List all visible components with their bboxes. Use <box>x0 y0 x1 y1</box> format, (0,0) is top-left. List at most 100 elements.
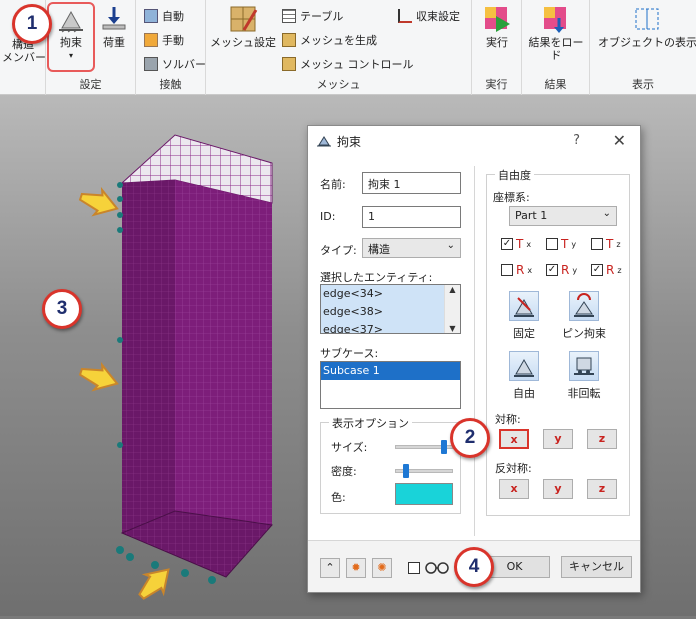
load-icon <box>99 4 129 34</box>
dialog-title: 拘束 <box>337 134 362 149</box>
contact-solver-button[interactable]: ソルバー <box>144 56 206 72</box>
mesh-control-icon <box>282 57 296 71</box>
id-field[interactable]: 1 <box>362 206 461 228</box>
pin-label: ピン拘束 <box>562 327 606 340</box>
tz-label: T <box>606 237 614 251</box>
checkbox[interactable]: ✓ <box>591 264 603 276</box>
color-swatch[interactable] <box>395 483 453 505</box>
cancel-button[interactable]: キャンセル <box>561 556 632 578</box>
list-item[interactable]: edge<34> <box>321 285 460 303</box>
convergence-settings-button[interactable]: 収束設定 <box>398 8 460 24</box>
checkbox[interactable] <box>501 264 513 276</box>
type-select[interactable]: 構造 ⌄ <box>362 238 461 258</box>
pin-icon <box>574 293 594 317</box>
symmetry-y-button[interactable]: y <box>543 429 573 449</box>
tz-checkbox[interactable]: Tz <box>591 237 621 251</box>
display-options-legend: 表示オプション <box>329 415 412 431</box>
ribbon: 構造 メンバー 拘束 ▾ 荷重 設定 自動 手動 ソルバー 接触 メッシュ設定 … <box>0 0 696 95</box>
list-item[interactable]: edge<38> <box>321 303 460 321</box>
show-hide-objects-button[interactable]: オブジェクトの表示/非 <box>598 4 696 49</box>
chevron-down-icon: ▼ <box>449 324 456 333</box>
load-button[interactable]: 荷重 <box>94 4 134 49</box>
arrow-middle <box>78 361 119 392</box>
antisymmetry-y-button[interactable]: y <box>543 479 573 499</box>
ty-checkbox[interactable]: Ty <box>546 237 576 251</box>
contact-manual-label: 手動 <box>162 34 184 47</box>
antisymmetry-x-button[interactable]: x <box>499 479 529 499</box>
no-rotation-icon <box>574 357 594 375</box>
list-item[interactable]: edge<37> <box>321 321 460 333</box>
dialog-titlebar: 拘束 ? ✕ <box>308 126 640 156</box>
density-slider[interactable] <box>395 464 453 478</box>
run-button[interactable]: 実行 <box>478 4 516 49</box>
contact-solver-label: ソルバー <box>162 58 206 71</box>
pin-button[interactable] <box>569 291 599 321</box>
rz-checkbox[interactable]: ✓ Rz <box>591 263 622 277</box>
ry-label: R <box>561 263 570 277</box>
free-button[interactable] <box>509 351 539 381</box>
list-item[interactable]: Subcase 1 <box>321 362 460 380</box>
mesh-control-label: メッシュ コントロール <box>300 58 414 71</box>
group-label-results: 結果 <box>544 78 567 91</box>
contact-auto-button[interactable]: 自動 <box>144 8 184 24</box>
group-label-contact: 接触 <box>159 78 182 91</box>
tx-label: T <box>516 237 524 251</box>
run-label: 実行 <box>486 36 508 49</box>
tx-checkbox[interactable]: ✓ Tx <box>501 237 531 251</box>
group-contact: 自動 手動 ソルバー 接触 <box>136 0 206 95</box>
fixed-label: 固定 <box>513 327 535 340</box>
checkbox[interactable] <box>591 238 603 250</box>
type-label: タイプ: <box>320 244 357 257</box>
expand-button[interactable]: ⌃ <box>320 558 340 578</box>
close-button[interactable]: ✕ <box>613 131 626 150</box>
fixed-icon <box>514 297 534 317</box>
tz-sub: z <box>616 239 621 249</box>
mesh-table-button[interactable]: テーブル <box>282 8 343 24</box>
arrow-top <box>78 186 119 217</box>
run-icon <box>482 4 512 34</box>
subcase-label: サブケース: <box>320 347 379 360</box>
generate-mesh-button[interactable]: メッシュを生成 <box>282 32 377 48</box>
group-results: 結果をロード 結果 <box>522 0 590 95</box>
tx-sub: x <box>526 239 532 249</box>
generate-mesh-icon <box>282 33 296 47</box>
ry-checkbox[interactable]: ✓ Ry <box>546 263 577 277</box>
load-results-label: 結果をロード <box>528 36 584 62</box>
rx-checkbox[interactable]: Rx <box>501 263 532 277</box>
checkbox[interactable] <box>546 238 558 250</box>
size-slider[interactable] <box>395 440 453 454</box>
checkbox[interactable]: ✓ <box>501 238 513 250</box>
mesh-settings-icon <box>228 4 258 34</box>
highlight-all-button[interactable]: ✺ <box>372 558 392 578</box>
checkbox[interactable]: ✓ <box>546 264 558 276</box>
mesh-settings-button[interactable]: メッシュ設定 <box>210 4 276 49</box>
group-label-mesh: メッシュ <box>316 78 361 91</box>
help-button[interactable]: ? <box>573 133 580 148</box>
no-rotation-button[interactable] <box>569 351 599 381</box>
name-field[interactable]: 拘束 1 <box>362 172 461 194</box>
load-results-button[interactable]: 結果をロード <box>524 4 588 62</box>
symmetry-z-button[interactable]: z <box>587 429 617 449</box>
contact-manual-button[interactable]: 手動 <box>144 32 184 48</box>
antisymmetry-z-button[interactable]: z <box>587 479 617 499</box>
entities-list[interactable]: edge<34> edge<38> edge<37> ▲ ▼ <box>320 284 461 334</box>
entities-scrollbar[interactable]: ▲ ▼ <box>444 285 460 333</box>
coord-select[interactable]: Part 1 ⌄ <box>509 206 617 226</box>
column-divider <box>474 166 475 536</box>
auto-contact-icon <box>144 9 158 23</box>
preview-checkbox[interactable] <box>408 562 420 574</box>
size-slider-thumb[interactable] <box>440 440 447 454</box>
dof-legend: 自由度 <box>495 167 534 183</box>
color-label: 色: <box>331 491 346 504</box>
highlight-button[interactable]: ✹ <box>346 558 366 578</box>
symmetry-x-button[interactable]: x <box>499 429 529 449</box>
subcase-list[interactable]: Subcase 1 <box>320 361 461 409</box>
group-label-run: 実行 <box>485 78 508 91</box>
mesh-control-button[interactable]: メッシュ コントロール <box>282 56 414 72</box>
free-label: 自由 <box>513 387 535 400</box>
density-label: 密度: <box>331 465 357 478</box>
rz-sub: z <box>617 265 622 275</box>
fixed-button[interactable] <box>509 291 539 321</box>
group-mesh: メッシュ設定 テーブル メッシュを生成 メッシュ コントロール 収束設定 メッシ… <box>206 0 472 95</box>
density-slider-thumb[interactable] <box>403 464 410 478</box>
